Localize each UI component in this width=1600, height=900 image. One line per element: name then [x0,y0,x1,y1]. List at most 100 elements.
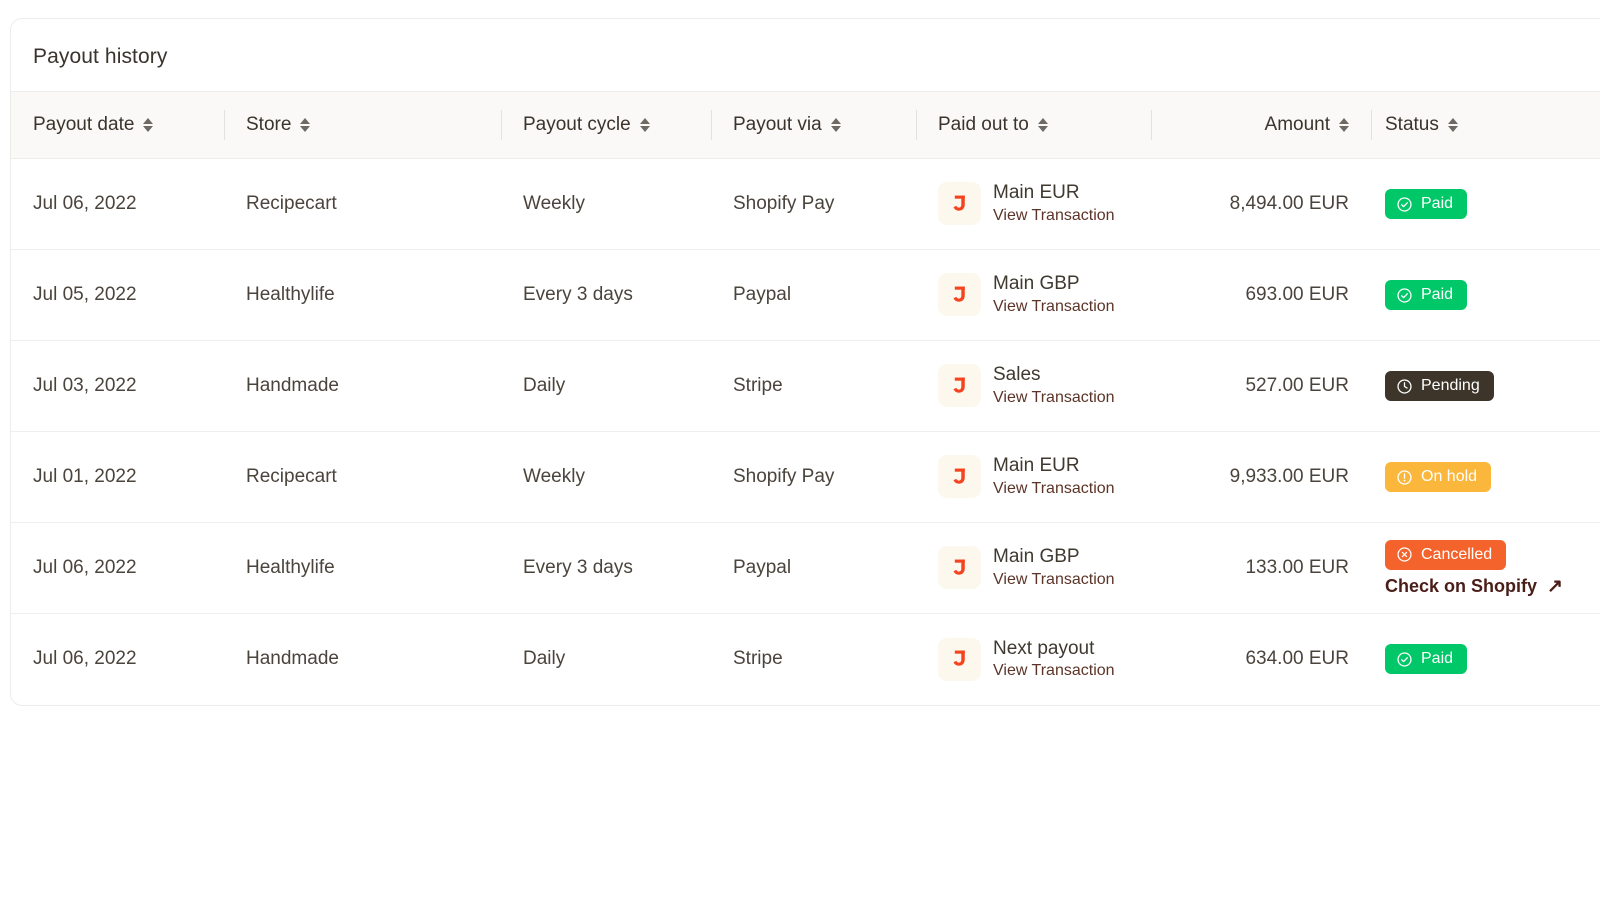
exclamation-circle-icon [1396,469,1413,486]
store-cell: Recipecart [224,432,501,523]
table-row[interactable]: Jul 06, 2022HandmadeDailyStripeNext payo… [11,614,1600,705]
paid-out-to-cell: Main GBP View Transaction [916,523,1151,614]
table-row[interactable]: Jul 06, 2022RecipecartWeeklyShopify PayM… [11,159,1600,250]
column-header-status[interactable]: Status [1371,92,1600,159]
view-transaction-link[interactable]: View Transaction [993,389,1115,407]
status-badge-label: Pending [1421,377,1480,395]
column-header-store[interactable]: Store [224,92,501,159]
status-badge: Pending [1385,371,1494,401]
view-transaction-link[interactable]: View Transaction [993,662,1115,680]
payee-name: Main EUR [993,455,1115,477]
payout-date-cell: Jul 05, 2022 [11,250,224,341]
payout-date-cell: Jul 06, 2022 [11,159,224,250]
column-header-paid-out-to[interactable]: Paid out to [916,92,1151,159]
status-badge-label: Paid [1421,650,1453,668]
table-row[interactable]: Jul 01, 2022RecipecartWeeklyShopify PayM… [11,432,1600,523]
check-circle-icon [1396,651,1413,668]
amount-cell: 8,494.00 EUR [1151,159,1371,250]
status-badge: Paid [1385,280,1467,310]
payee-name: Next payout [993,638,1115,660]
sort-arrows-icon[interactable] [640,118,650,132]
amount-cell: 9,933.00 EUR [1151,432,1371,523]
table-header: Payout date Store Payout cycle [11,92,1600,159]
jumpseller-j-logo-icon [938,546,981,589]
page-title: Payout history [11,19,1600,91]
amount-cell: 693.00 EUR [1151,250,1371,341]
table-row[interactable]: Jul 06, 2022HealthylifeEvery 3 daysPaypa… [11,523,1600,614]
paid-out-to-cell: Sales View Transaction [916,341,1151,432]
sort-arrows-icon[interactable] [300,118,310,132]
table-row[interactable]: Jul 05, 2022HealthylifeEvery 3 daysPaypa… [11,250,1600,341]
paid-out-to-cell: Main GBP View Transaction [916,250,1151,341]
payee: Next payout View Transaction [938,638,1151,681]
status-cell: Paid [1371,250,1600,341]
paid-out-to-cell: Main EUR View Transaction [916,159,1151,250]
status-badge: Paid [1385,189,1467,219]
payout-date-cell: Jul 06, 2022 [11,614,224,705]
payout-via-cell: Paypal [711,250,916,341]
payee-text: Next payout View Transaction [993,638,1115,681]
paid-out-to-cell: Main EUR View Transaction [916,432,1151,523]
payee-text: Sales View Transaction [993,364,1115,407]
table-row[interactable]: Jul 03, 2022HandmadeDailyStripeSalesView… [11,341,1600,432]
payee-name: Main GBP [993,273,1115,295]
column-header-payout-cycle[interactable]: Payout cycle [501,92,711,159]
sort-arrows-icon[interactable] [143,118,153,132]
check-circle-icon [1396,196,1413,213]
table-header-row: Payout date Store Payout cycle [11,92,1600,159]
payee: Main EUR View Transaction [938,182,1151,225]
payout-cycle-cell: Every 3 days [501,523,711,614]
check-on-shopify-link[interactable]: Check on Shopify↗ [1385,576,1563,597]
column-header-label: Amount [1265,114,1330,136]
sort-arrows-icon[interactable] [831,118,841,132]
store-cell: Healthylife [224,523,501,614]
payee: Main GBP View Transaction [938,546,1151,589]
status-stack: Paid [1385,644,1600,674]
jumpseller-j-logo-icon [938,273,981,316]
status-cell: On hold [1371,432,1600,523]
payee: Main GBP View Transaction [938,273,1151,316]
payee-name: Main EUR [993,182,1115,204]
view-transaction-link[interactable]: View Transaction [993,298,1115,316]
payee-name: Sales [993,364,1115,386]
payout-date-cell: Jul 03, 2022 [11,341,224,432]
view-transaction-link[interactable]: View Transaction [993,207,1115,225]
sort-arrows-icon[interactable] [1038,118,1048,132]
check-circle-icon [1396,287,1413,304]
store-cell: Handmade [224,614,501,705]
jumpseller-j-logo-icon [938,364,981,407]
external-link-arrow-icon: ↗ [1547,577,1563,596]
payout-date-cell: Jul 06, 2022 [11,523,224,614]
payout-via-cell: Stripe [711,341,916,432]
payout-cycle-cell: Weekly [501,159,711,250]
status-stack: On hold [1385,462,1600,492]
status-badge-label: On hold [1421,468,1477,486]
column-header-label: Paid out to [938,114,1029,136]
view-transaction-link[interactable]: View Transaction [993,480,1115,498]
status-badge: On hold [1385,462,1491,492]
jumpseller-j-logo-icon [938,455,981,498]
column-header-amount[interactable]: Amount [1151,92,1371,159]
payout-cycle-cell: Daily [501,614,711,705]
sort-arrows-icon[interactable] [1339,118,1349,132]
jumpseller-j-logo-icon [938,638,981,681]
payee-name: Main GBP [993,546,1115,568]
paid-out-to-cell: Next payout View Transaction [916,614,1151,705]
status-cell: Pending [1371,341,1600,432]
status-cell: Paid [1371,614,1600,705]
sort-arrows-icon[interactable] [1448,118,1458,132]
payee-text: Main EUR View Transaction [993,455,1115,498]
status-stack: Paid [1385,280,1600,310]
status-badge-label: Paid [1421,286,1453,304]
amount-cell: 133.00 EUR [1151,523,1371,614]
column-header-payout-via[interactable]: Payout via [711,92,916,159]
payout-via-cell: Paypal [711,523,916,614]
payout-date-cell: Jul 01, 2022 [11,432,224,523]
column-header-label: Status [1385,114,1439,136]
column-header-label: Store [246,114,291,136]
column-header-label: Payout date [33,114,134,136]
store-cell: Recipecart [224,159,501,250]
status-stack: Pending [1385,371,1600,401]
column-header-payout-date[interactable]: Payout date [11,92,224,159]
view-transaction-link[interactable]: View Transaction [993,571,1115,589]
